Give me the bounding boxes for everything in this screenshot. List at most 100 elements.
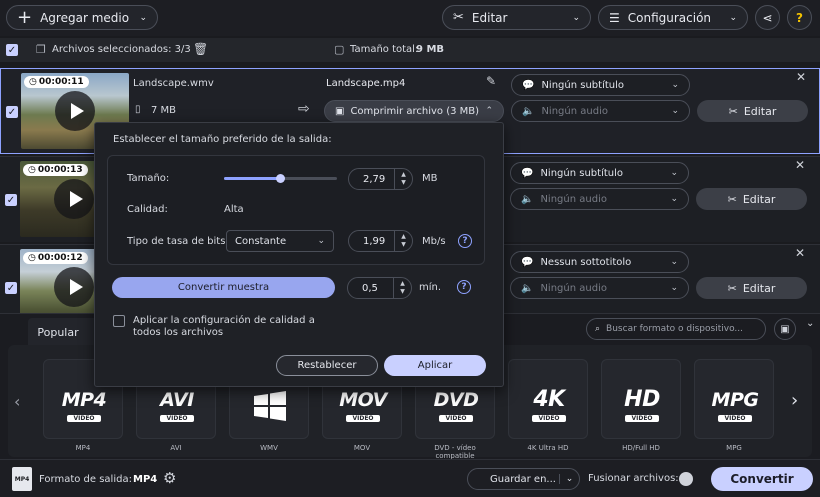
chevron-down-icon: ⌄	[729, 12, 737, 23]
speaker-icon: 🔈	[521, 193, 534, 205]
subtitle-value: Nessun sottotitolo	[540, 256, 632, 268]
device-icon: ▣	[780, 323, 790, 335]
remove-file-icon[interactable]: ✕	[796, 70, 806, 84]
help-icon: ?	[796, 10, 803, 25]
apply-all-checkbox[interactable]	[113, 315, 125, 327]
add-media-label: Agregar medio	[40, 10, 130, 25]
subtitle-value: Ningún subtítulo	[540, 167, 624, 179]
delete-icon[interactable]: 🗑	[193, 42, 208, 56]
bitrate-spinner[interactable]: 1,99 ▲ ▼	[348, 230, 413, 252]
size-slider[interactable]	[224, 174, 337, 183]
format-badge: MOV VIDEO	[339, 389, 387, 422]
audio-value: Ningún audio	[541, 105, 608, 117]
size-spinner[interactable]: 2,79 ▲ ▼	[348, 168, 413, 190]
bitrate-type-label: Tipo de tasa de bits	[127, 236, 226, 247]
bitrate-help-icon[interactable]: ?	[458, 234, 472, 248]
play-icon[interactable]	[54, 179, 94, 219]
merge-files-toggle[interactable]	[679, 472, 693, 486]
size-slider-fill	[224, 177, 281, 180]
reset-button[interactable]: Restablecer	[276, 355, 378, 376]
total-size-value: 9 MB	[416, 44, 445, 55]
scissors-icon: ✂	[727, 281, 737, 295]
subtitle-dropdown[interactable]: 💬 Nessun sottotitolo ⌄	[510, 251, 689, 273]
save-to-button[interactable]: Guardar en... ⌄	[467, 468, 580, 490]
edit-menu-label: Editar	[471, 10, 508, 25]
clock-icon: ◷	[29, 77, 37, 87]
convert-sample-button[interactable]: Convertir muestra	[112, 277, 335, 298]
quality-label: Calidad:	[127, 204, 168, 215]
apply-button[interactable]: Aplicar	[384, 355, 486, 376]
format-badge: MPG VIDEO	[711, 389, 759, 422]
play-icon[interactable]	[55, 91, 95, 131]
audio-dropdown[interactable]: 🔈 Ningún audio ⌄	[511, 100, 690, 122]
edit-file-button[interactable]: ✂ Editar	[696, 188, 807, 210]
selection-toolbar: ✓ ❐ Archivos seleccionados: 3/3 🗑 ▢ Tama…	[0, 38, 820, 62]
convert-button[interactable]: Convertir	[711, 467, 813, 491]
format-label-avi: AVI	[170, 444, 182, 452]
windows-logo-icon	[238, 388, 302, 427]
bottom-bar: MP4 Formato de salida: MP4 ⚙ Guardar en.…	[0, 459, 820, 497]
rename-pencil-icon[interactable]: ✎	[486, 74, 496, 88]
format-search-input[interactable]: ⌕ Buscar formato o dispositivo...	[586, 318, 766, 340]
subtitle-dropdown[interactable]: 💬 Ningún subtítulo ⌄	[510, 162, 689, 184]
file-checkbox[interactable]: ✓	[6, 106, 18, 118]
chevron-down-icon: ⌄	[572, 12, 580, 23]
add-media-button[interactable]: + Agregar medio ⌄	[6, 5, 158, 30]
size-slider-handle[interactable]	[276, 174, 285, 183]
file-checkbox[interactable]: ✓	[5, 282, 17, 294]
total-size-label: Tamaño total:	[350, 44, 419, 55]
format-badge: 4K VIDEO	[532, 387, 566, 422]
share-button[interactable]: ⋖	[755, 5, 780, 30]
subtitle-value: Ningún subtítulo	[541, 79, 625, 91]
format-tile-4k[interactable]: 4K VIDEO	[508, 359, 588, 439]
gear-icon[interactable]: ⚙	[163, 469, 176, 487]
edit-file-button[interactable]: ✂ Editar	[697, 100, 808, 122]
save-to-label: Guardar en...	[490, 473, 556, 485]
settings-menu-button[interactable]: ☰ Configuración ⌄	[598, 5, 748, 30]
format-tile-mpg[interactable]: MPG VIDEO	[694, 359, 774, 439]
duration-text: 00:00:12	[37, 253, 83, 263]
format-badge: HD VIDEO	[624, 387, 660, 422]
output-file-name: Landscape.mp4	[326, 78, 406, 89]
bitrate-stepper-arrows[interactable]: ▲ ▼	[394, 231, 412, 251]
format-badge: DVD VIDEO	[433, 389, 479, 422]
chevron-down-icon: ⌄	[139, 12, 147, 23]
collapse-panel-icon[interactable]: ⌄	[806, 318, 814, 329]
remove-file-icon[interactable]: ✕	[795, 158, 805, 172]
bitrate-type-dropdown[interactable]: Constante ⌄	[226, 230, 334, 252]
format-tile-hd[interactable]: HD VIDEO	[601, 359, 681, 439]
select-all-checkbox[interactable]: ✓	[6, 44, 18, 56]
scroll-right-icon[interactable]: ›	[791, 390, 798, 411]
sample-help-icon[interactable]: ?	[457, 280, 471, 294]
play-icon[interactable]	[54, 267, 94, 307]
compress-label: Comprimir archivo (3 MB)	[350, 105, 480, 117]
source-file-name: Landscape.wmv	[133, 78, 214, 89]
selected-files-count: Archivos seleccionados: 3/3	[52, 44, 191, 55]
edit-menu-button[interactable]: ✂ Editar ⌄	[442, 5, 591, 30]
chevron-down-icon: ⌄	[671, 106, 679, 116]
bitrate-type-value: Constante	[235, 235, 287, 247]
audio-dropdown[interactable]: 🔈 Ningún audio ⌄	[510, 277, 689, 299]
compress-file-dropdown[interactable]: ▣ Comprimir archivo (3 MB) ⌃	[324, 100, 504, 122]
audio-dropdown[interactable]: 🔈 Ningún audio ⌄	[510, 188, 689, 210]
sample-stepper-arrows[interactable]: ▲ ▼	[393, 278, 411, 298]
popup-title: Establecer el tamaño preferido de la sal…	[113, 134, 332, 145]
scroll-left-icon[interactable]: ‹	[14, 392, 20, 411]
clock-icon: ◷	[28, 253, 36, 263]
device-detect-button[interactable]: ▣	[774, 318, 796, 340]
subtitle-icon: 💬	[522, 79, 535, 91]
sample-length-spinner[interactable]: 0,5 ▲ ▼	[347, 277, 412, 299]
sample-unit: mín.	[419, 282, 442, 293]
help-button[interactable]: ?	[787, 5, 812, 30]
file-checkbox[interactable]: ✓	[5, 194, 17, 206]
remove-file-icon[interactable]: ✕	[795, 246, 805, 260]
size-stepper-arrows[interactable]: ▲ ▼	[394, 169, 412, 189]
convert-label: Convertir	[730, 472, 794, 486]
search-icon: ⌕	[595, 324, 601, 334]
format-badge: MP4 VIDEO	[61, 389, 107, 422]
chevron-down-icon: ⌄	[670, 168, 678, 178]
edit-file-button[interactable]: ✂ Editar	[696, 277, 807, 299]
subtitle-dropdown[interactable]: 💬 Ningún subtítulo ⌄	[511, 74, 690, 96]
clock-icon: ◷	[28, 165, 36, 175]
chevron-down-icon[interactable]: ⌄	[559, 474, 579, 484]
